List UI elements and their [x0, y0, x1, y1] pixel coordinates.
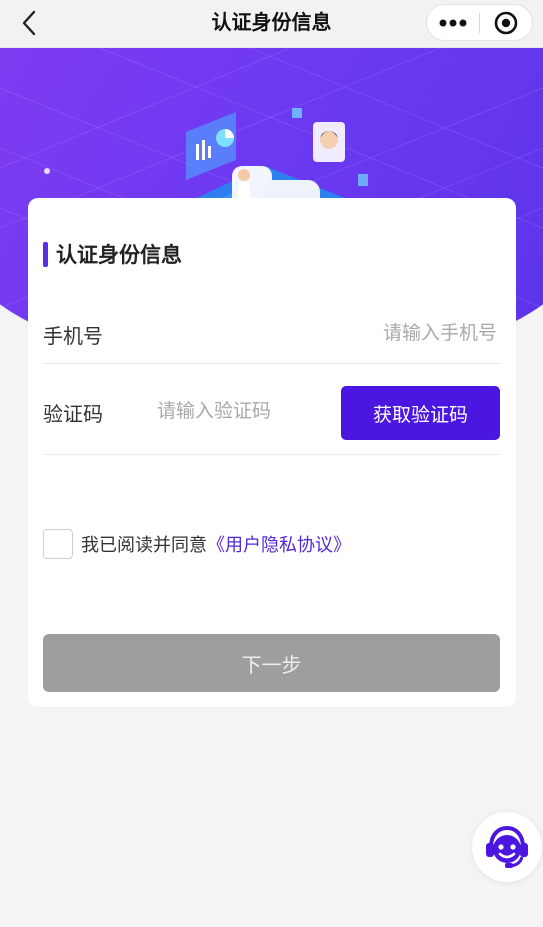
code-label: 验证码 — [43, 402, 103, 426]
phone-label: 手机号 — [43, 324, 103, 348]
close-button[interactable] — [480, 5, 532, 40]
agreement-text: 我已阅读并同意 — [81, 535, 207, 556]
mini-program-capsule — [426, 4, 533, 41]
card-heading: 认证身份信息 — [43, 240, 182, 268]
phone-input[interactable] — [237, 316, 497, 350]
code-input[interactable] — [157, 394, 327, 428]
customer-service-icon — [486, 825, 528, 868]
page: 认证身份信息 认证身份信息 手机号 请输入手机号 验证码 请输入验证码 获取验证… — [0, 0, 543, 927]
agreement-row: 我已阅读并同意 《用户隐私协议》 — [43, 529, 351, 559]
verification-form-card: 认证身份信息 手机号 验证码 获取验证码 我已阅读并同意 《用户隐私协议》 下一… — [28, 198, 516, 707]
title-accent-bar — [43, 241, 48, 267]
target-close-icon — [494, 11, 518, 34]
top-navbar: 认证身份信息 — [0, 0, 543, 48]
agreement-checkbox[interactable] — [43, 529, 73, 559]
more-dots-icon — [439, 19, 467, 26]
code-row: 验证码 获取验证码 — [43, 364, 501, 455]
more-button[interactable] — [427, 5, 479, 40]
phone-row: 手机号 — [43, 302, 501, 364]
privacy-policy-link[interactable]: 《用户隐私协议》 — [207, 531, 351, 557]
get-code-button[interactable]: 获取验证码 — [341, 386, 500, 440]
card-title: 认证身份信息 — [56, 243, 182, 267]
next-step-button[interactable]: 下一步 — [43, 634, 500, 692]
customer-service-button[interactable] — [472, 812, 542, 882]
